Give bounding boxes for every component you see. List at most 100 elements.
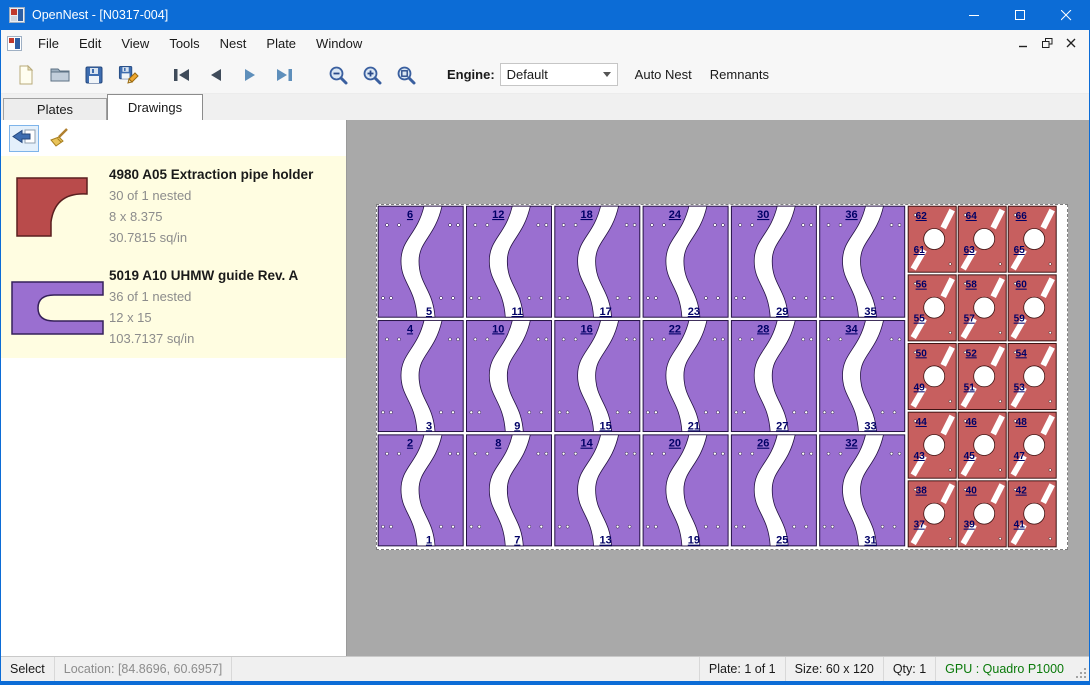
drawing-title: 4980 A05 Extraction pipe holder — [109, 167, 340, 182]
purple-part-shape-icon — [10, 279, 106, 337]
purple-part-pair[interactable]: 2625 — [731, 435, 816, 547]
menu-tools[interactable]: Tools — [159, 31, 209, 56]
purple-part-pair[interactable]: 3635 — [820, 206, 905, 318]
red-part-pair[interactable]: 5049 — [908, 344, 956, 410]
purple-part-pair[interactable]: 2221 — [643, 321, 728, 433]
purple-part-pair[interactable]: 3433 — [820, 321, 905, 433]
svg-text:48: 48 — [1016, 417, 1028, 428]
save-as-button[interactable] — [111, 60, 145, 90]
svg-text:63: 63 — [964, 245, 976, 256]
red-part-pair[interactable]: 4847 — [1008, 412, 1056, 478]
purple-part-pair[interactable]: 1615 — [555, 321, 640, 433]
menu-view[interactable]: View — [111, 31, 159, 56]
purple-part-pair[interactable]: 87 — [467, 435, 552, 547]
nest-canvas[interactable]: 6512111817242330293635431091615222128273… — [347, 120, 1089, 656]
purple-part-pair[interactable]: 43 — [378, 321, 463, 433]
purple-part-pair[interactable]: 109 — [467, 321, 552, 433]
zoom-out-button[interactable] — [321, 60, 355, 90]
svg-text:59: 59 — [1014, 314, 1026, 325]
svg-text:17: 17 — [599, 306, 611, 318]
open-button[interactable] — [43, 60, 77, 90]
svg-text:53: 53 — [1014, 382, 1026, 393]
purple-part-pair[interactable]: 3231 — [820, 435, 905, 547]
next-plate-button[interactable] — [233, 60, 267, 90]
mdi-minimize-button[interactable] — [1011, 33, 1035, 53]
clear-nest-button[interactable] — [45, 125, 75, 152]
purple-part-pair[interactable]: 1413 — [555, 435, 640, 547]
menu-window[interactable]: Window — [306, 31, 372, 56]
previous-plate-button[interactable] — [199, 60, 233, 90]
purple-part-pair[interactable]: 1817 — [555, 206, 640, 318]
menu-plate[interactable]: Plate — [256, 31, 306, 56]
auto-nest-button[interactable]: Auto Nest — [626, 62, 701, 87]
mdi-close-button[interactable] — [1059, 33, 1083, 53]
app-window: OpenNest - [N0317-004] File Edit View To… — [0, 0, 1090, 685]
broom-icon — [48, 127, 72, 149]
engine-selected-value: Default — [507, 67, 603, 82]
red-part-pair[interactable]: 6261 — [908, 206, 956, 272]
purple-part-pair[interactable]: 2019 — [643, 435, 728, 547]
purple-part-pair[interactable]: 2827 — [731, 321, 816, 433]
svg-text:65: 65 — [1014, 245, 1026, 256]
tab-drawings[interactable]: Drawings — [107, 94, 203, 120]
save-button[interactable] — [77, 60, 111, 90]
drawing-nested-count: 36 of 1 nested — [109, 286, 340, 307]
part-thumbnail — [7, 266, 109, 349]
drawing-list-item[interactable]: 5019 A10 UHMW guide Rev. A 36 of 1 neste… — [1, 257, 346, 358]
red-part-pair[interactable]: 4039 — [958, 481, 1006, 547]
minimize-button[interactable] — [951, 0, 997, 30]
svg-text:45: 45 — [964, 451, 976, 462]
app-icon — [9, 7, 25, 23]
plate[interactable]: 6512111817242330293635431091615222128273… — [376, 204, 1068, 550]
menu-file[interactable]: File — [28, 31, 69, 56]
drawing-list-item[interactable]: 4980 A05 Extraction pipe holder 30 of 1 … — [1, 156, 346, 257]
purple-part-pair[interactable]: 21 — [378, 435, 463, 547]
svg-text:55: 55 — [914, 314, 926, 325]
purple-part-pair[interactable]: 3029 — [731, 206, 816, 318]
red-part-pair[interactable]: 4443 — [908, 412, 956, 478]
svg-text:30: 30 — [757, 209, 769, 221]
svg-text:5: 5 — [426, 306, 432, 318]
red-part-pair[interactable]: 5857 — [958, 275, 1006, 341]
svg-text:51: 51 — [964, 382, 976, 393]
close-button[interactable] — [1043, 0, 1089, 30]
maximize-button[interactable] — [997, 0, 1043, 30]
new-button[interactable] — [9, 60, 43, 90]
mdi-restore-button[interactable] — [1035, 33, 1059, 53]
svg-text:39: 39 — [964, 520, 976, 531]
zoom-in-button[interactable] — [355, 60, 389, 90]
red-part-pair[interactable]: 46 45 — [958, 412, 1006, 478]
svg-text:46: 46 — [966, 417, 978, 428]
red-part-pair[interactable]: 6665 — [1008, 206, 1056, 272]
svg-text:21: 21 — [688, 420, 700, 432]
zoom-fit-icon — [395, 64, 417, 86]
red-part-pair[interactable]: 5655 — [908, 275, 956, 341]
save-as-icon — [117, 64, 139, 86]
engine-select[interactable]: Default — [500, 63, 618, 86]
menu-nest[interactable]: Nest — [210, 31, 257, 56]
send-to-plate-button[interactable] — [9, 125, 39, 152]
purple-part-pair[interactable]: 2423 — [643, 206, 728, 318]
first-plate-button[interactable] — [165, 60, 199, 90]
remnants-button[interactable]: Remnants — [701, 62, 778, 87]
svg-text:49: 49 — [914, 382, 926, 393]
red-part-pair[interactable]: 3837 — [908, 481, 956, 547]
drawing-area: 103.7137 sq/in — [109, 328, 340, 349]
menu-edit[interactable]: Edit — [69, 31, 111, 56]
purple-part-pair[interactable]: 1211 — [467, 206, 552, 318]
drawing-title: 5019 A10 UHMW guide Rev. A — [109, 268, 340, 283]
svg-text:34: 34 — [845, 323, 858, 335]
resize-grip[interactable] — [1073, 657, 1089, 681]
red-part-pair[interactable]: 4241 — [1008, 481, 1056, 547]
red-part-pair[interactable]: 6059 — [1008, 275, 1056, 341]
red-part-pair[interactable]: 64 63 — [958, 206, 1006, 272]
svg-text:64: 64 — [966, 211, 978, 222]
svg-text:26: 26 — [757, 438, 769, 450]
red-part-pair[interactable]: 5251 — [958, 344, 1006, 410]
red-part-pair[interactable]: 5453 — [1008, 344, 1056, 410]
tab-plates[interactable]: Plates — [3, 98, 107, 120]
chevron-down-icon — [603, 72, 611, 77]
zoom-fit-button[interactable] — [389, 60, 423, 90]
last-plate-button[interactable] — [267, 60, 301, 90]
purple-part-pair[interactable]: 65 — [378, 206, 463, 318]
